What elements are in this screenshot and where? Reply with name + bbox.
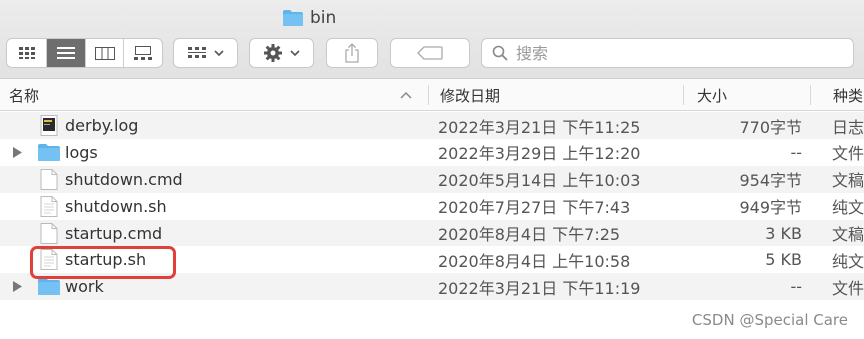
file-kind: 纯文本 <box>832 251 864 271</box>
sort-ascending-icon <box>400 91 412 99</box>
column-header-name-label: 名称 <box>9 86 40 105</box>
file-name: startup.cmd <box>65 223 163 243</box>
disclosure-triangle-icon[interactable] <box>12 281 22 293</box>
group-by-icon <box>187 47 206 58</box>
file-kind: 日志 <box>832 117 864 137</box>
file-date: 2022年3月21日 下午11:19 <box>438 278 641 298</box>
column-divider[interactable] <box>810 85 811 105</box>
column-header-kind-label: 种类 <box>833 86 864 105</box>
list-view-icon <box>57 47 75 59</box>
log-file-icon <box>40 115 58 136</box>
file-kind: 文稿 <box>832 225 864 245</box>
file-date: 2020年5月14日 上午10:03 <box>438 171 641 191</box>
file-row[interactable]: logs 2022年3月29日 上午12:20 -- 文件夹 <box>0 139 864 166</box>
file-size: -- <box>790 142 802 162</box>
folder-icon <box>38 143 60 161</box>
gallery-view-button[interactable] <box>124 39 162 67</box>
file-name: shutdown.cmd <box>65 169 183 189</box>
icon-view-button[interactable] <box>7 39 47 67</box>
folder-icon <box>283 10 303 26</box>
column-view-icon <box>94 46 115 60</box>
column-header-date[interactable]: 修改日期 <box>440 79 500 111</box>
action-button[interactable] <box>249 38 314 68</box>
file-row[interactable]: shutdown.sh 2020年7月27日 下午7:43 949字节 纯文本 <box>0 193 864 220</box>
file-date: 2020年8月4日 下午7:25 <box>438 225 621 245</box>
column-divider[interactable] <box>428 85 429 105</box>
file-kind: 文稿 <box>832 171 864 191</box>
file-date: 2022年3月21日 下午11:25 <box>438 117 641 137</box>
group-by-button[interactable] <box>173 38 238 68</box>
document-icon <box>40 222 58 244</box>
file-name: shutdown.sh <box>65 196 167 216</box>
tag-icon <box>417 46 443 60</box>
file-size: 3 KB <box>765 223 802 243</box>
window-title: bin <box>282 6 336 30</box>
column-header-bar: 名称 修改日期 大小 种类 <box>0 79 864 111</box>
search-icon <box>492 45 508 61</box>
folder-icon <box>38 278 60 296</box>
file-name: derby.log <box>65 116 139 135</box>
view-mode-switcher <box>6 38 163 68</box>
list-view-button[interactable] <box>47 39 86 67</box>
file-size: -- <box>790 277 802 297</box>
share-icon <box>345 43 359 63</box>
gallery-view-icon <box>134 46 152 60</box>
file-kind: 文件夹 <box>832 278 864 298</box>
file-row[interactable]: derby.log 2022年3月21日 下午11:25 770字节 日志 <box>0 112 864 139</box>
file-kind: 纯文本 <box>832 198 864 218</box>
highlight-annotation <box>30 246 176 279</box>
column-header-size-label: 大小 <box>697 86 728 105</box>
column-header-size[interactable]: 大小 <box>697 79 727 111</box>
column-view-button[interactable] <box>86 39 124 67</box>
document-icon <box>40 168 58 190</box>
search-input[interactable] <box>516 43 816 63</box>
file-size: 954字节 <box>739 171 802 191</box>
text-file-icon <box>40 195 58 217</box>
column-header-kind[interactable]: 种类 <box>833 79 863 111</box>
window-title-text: bin <box>310 8 337 28</box>
column-divider[interactable] <box>683 85 684 105</box>
chevron-down-icon <box>289 50 300 56</box>
file-size: 949字节 <box>739 198 802 218</box>
file-size: 770字节 <box>739 117 802 137</box>
toolbar: bin <box>0 0 864 79</box>
gear-icon <box>263 44 282 62</box>
grid-view-icon <box>18 47 35 59</box>
watermark: CSDN @Special Care <box>691 311 848 329</box>
file-kind: 文件夹 <box>832 144 864 164</box>
disclosure-triangle-icon[interactable] <box>12 146 22 158</box>
file-date: 2020年7月27日 下午7:43 <box>438 198 631 218</box>
file-row[interactable]: shutdown.cmd 2020年5月14日 上午10:03 954字节 文稿 <box>0 165 864 193</box>
file-name: logs <box>65 142 98 162</box>
chevron-down-icon <box>213 50 224 56</box>
file-row[interactable]: startup.cmd 2020年8月4日 下午7:25 3 KB 文稿 <box>0 219 864 247</box>
tag-button[interactable] <box>390 38 470 68</box>
file-date: 2022年3月29日 上午12:20 <box>438 144 641 164</box>
search-field[interactable] <box>481 38 854 68</box>
file-date: 2020年8月4日 上午10:58 <box>438 251 631 271</box>
file-size: 5 KB <box>765 250 802 270</box>
column-header-date-label: 修改日期 <box>440 86 501 105</box>
column-header-name[interactable]: 名称 <box>9 79 39 111</box>
share-button[interactable] <box>326 38 378 68</box>
